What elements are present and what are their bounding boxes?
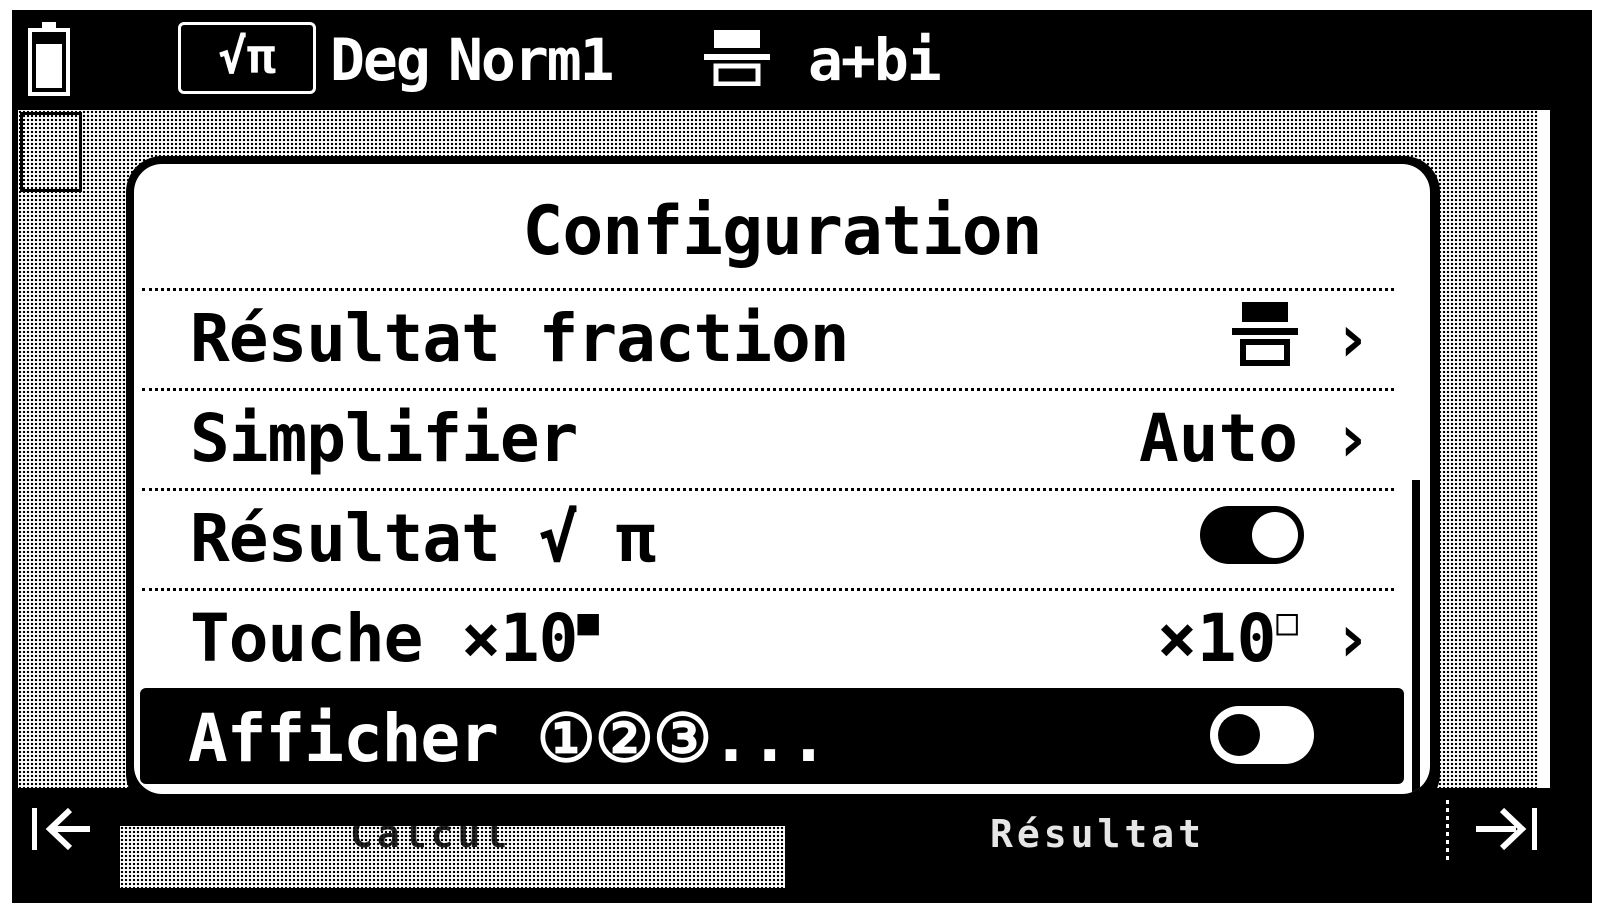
row-divider bbox=[142, 288, 1394, 291]
angle-unit: Deg bbox=[330, 26, 431, 94]
dialog-scrollbar[interactable] bbox=[1412, 480, 1420, 794]
setting-label: Touche ×10■ bbox=[190, 600, 599, 677]
fraction-icon bbox=[704, 30, 770, 86]
fraction-icon bbox=[1232, 302, 1298, 366]
setting-row-simplify[interactable]: Simplifier Auto › bbox=[142, 388, 1394, 484]
complex-mode: a+bi bbox=[808, 26, 942, 94]
setting-row-sqrt-pi-result[interactable]: Résultat √ π bbox=[142, 488, 1394, 584]
exponent-box-empty-icon: □ bbox=[1276, 602, 1298, 643]
background-scroll-edge bbox=[1550, 110, 1586, 788]
math-mode-badge: √π bbox=[178, 22, 316, 94]
bottom-divider bbox=[1446, 800, 1449, 862]
toggle-knob bbox=[1252, 512, 1298, 558]
background-cursor-box bbox=[20, 112, 82, 192]
toggle-switch-on[interactable] bbox=[1200, 506, 1304, 564]
setting-value: ×10□ bbox=[1157, 600, 1298, 677]
exponent-box-filled-icon: ■ bbox=[577, 602, 599, 643]
nav-left-icon[interactable] bbox=[30, 800, 100, 858]
nav-right-icon[interactable] bbox=[1472, 800, 1542, 858]
setting-row-x10-key[interactable]: Touche ×10■ ×10□ › bbox=[142, 588, 1394, 684]
status-bar: √π Deg Norm1 a+bi bbox=[18, 14, 1586, 108]
row-divider bbox=[142, 588, 1394, 591]
battery-icon bbox=[28, 22, 70, 96]
row-divider bbox=[142, 388, 1394, 391]
bottom-left-label: Calcul bbox=[350, 812, 512, 856]
toggle-knob bbox=[1218, 714, 1260, 756]
toggle-switch-off[interactable] bbox=[1210, 706, 1314, 764]
setting-value: Auto bbox=[1139, 400, 1298, 477]
setting-label: Résultat fraction bbox=[190, 300, 850, 377]
bottom-right-label[interactable]: Résultat bbox=[990, 812, 1205, 856]
display-format: Norm1 bbox=[448, 26, 615, 94]
row-divider bbox=[142, 488, 1394, 491]
setting-row-show-enclosed-numbers[interactable]: Afficher ①②③... bbox=[140, 688, 1404, 784]
dialog-title: Configuration bbox=[522, 192, 1042, 271]
setting-label: Afficher ①②③... bbox=[188, 700, 828, 777]
chevron-right-icon: › bbox=[1332, 400, 1372, 477]
setting-row-fraction-result[interactable]: Résultat fraction › bbox=[142, 288, 1394, 384]
setting-label: Simplifier bbox=[190, 400, 578, 477]
chevron-right-icon: › bbox=[1332, 300, 1372, 377]
chevron-right-icon: › bbox=[1332, 600, 1372, 677]
config-dialog: Configuration Résultat fraction › Simpli… bbox=[134, 164, 1430, 794]
setting-label: Résultat √ π bbox=[190, 500, 656, 577]
